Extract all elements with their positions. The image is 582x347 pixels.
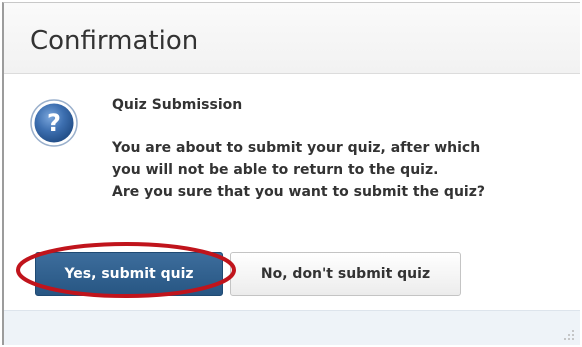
message-body: You are about to submit your quiz, after…	[112, 137, 577, 203]
dialog-title: Confirmation	[30, 26, 199, 56]
submit-quiz-button[interactable]: Yes, submit quiz	[35, 252, 223, 296]
message-line: you will not be able to return to the qu…	[112, 162, 439, 178]
message-heading: Quiz Submission	[112, 97, 243, 113]
message-line: Are you sure that you want to submit the…	[112, 184, 485, 200]
resize-grip-icon[interactable]	[563, 329, 575, 341]
question-mark-icon: ?	[30, 99, 78, 147]
confirmation-dialog: Confirmation ? Quiz Submission You are a…	[2, 2, 580, 345]
svg-text:?: ?	[47, 109, 61, 137]
cancel-submit-button[interactable]: No, don't submit quiz	[230, 252, 461, 296]
message-line: You are about to submit your quiz, after…	[112, 140, 481, 156]
dialog-header: Confirmation	[4, 3, 580, 74]
dialog-footer	[4, 310, 580, 345]
